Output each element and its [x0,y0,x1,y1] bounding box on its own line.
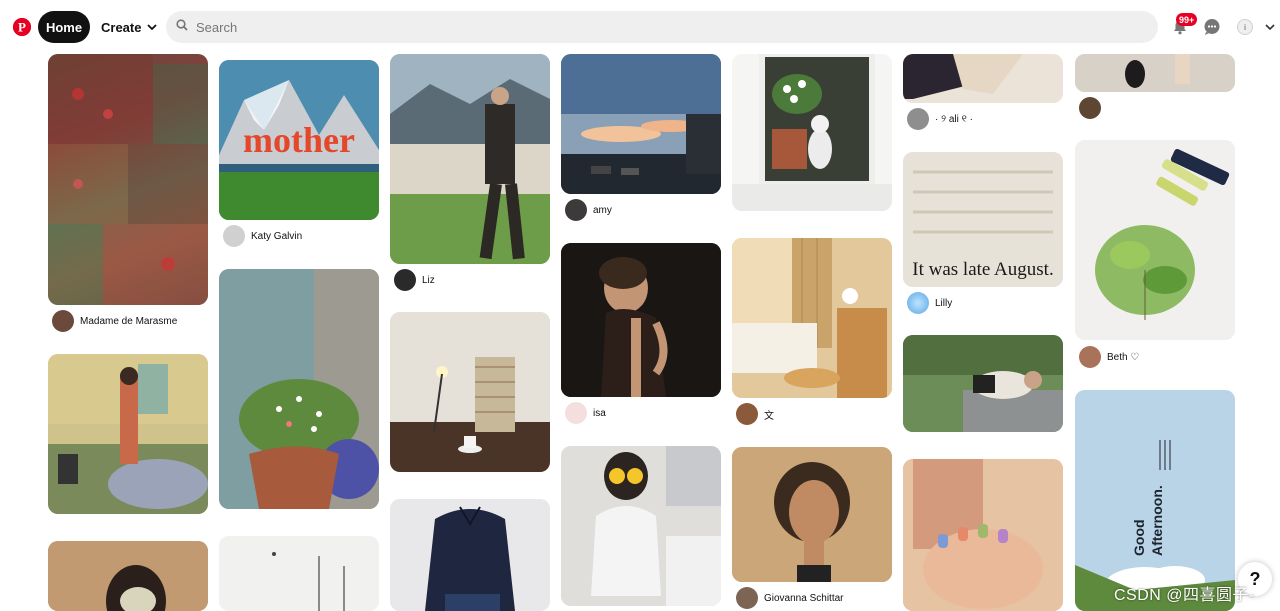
pin-artwork [732,447,892,582]
watermark-text: CSDN @四喜圆子- [1114,587,1255,604]
pin-image-woman-portrait[interactable] [732,447,892,582]
pin-author[interactable]: Beth ♡ [1079,346,1139,368]
pin-artwork [390,499,550,611]
avatar [1079,346,1101,368]
home-tab[interactable]: Home [38,11,90,43]
pin-image-flower-collage[interactable] [48,54,208,305]
pin-image-girl-rooftop[interactable] [390,54,550,264]
pin-image-shoes[interactable] [1075,54,1235,92]
avatar [907,292,929,314]
pin-author[interactable]: Madame de Marasme [52,310,177,332]
avatar [736,403,758,425]
chevron-down-icon [147,20,158,35]
pin-artwork [1075,140,1235,340]
pin-author[interactable]: Lilly [907,292,952,314]
quote-text: It was late August. [912,259,1053,280]
author-name: Giovanna Schittar [764,592,844,604]
messages-icon[interactable] [1201,16,1223,38]
pin-artwork [561,446,721,606]
pin-artwork [219,536,379,611]
avatar [565,402,587,424]
pin-author[interactable]: amy [565,199,612,221]
pin-artwork [732,238,892,398]
top-nav-bar: P Home Create 99+ i [0,0,1280,54]
pin-image-mother-poster[interactable]: mother [219,60,379,220]
pin-artwork [903,459,1063,611]
pin-image-book-lamp[interactable] [390,312,550,472]
pin-image-cat-window[interactable] [732,54,892,211]
pin-artwork [390,54,550,264]
pin-author[interactable] [1079,97,1101,119]
pin-image-painted-nails[interactable] [903,459,1063,611]
pin-artwork [219,269,379,509]
author-name: Madame de Marasme [80,315,178,327]
pin-artwork [48,541,208,611]
search-input[interactable] [196,19,1096,35]
avatar [1079,97,1101,119]
pin-artwork [732,54,892,211]
poster-title: mother [243,120,355,160]
avatar [394,269,416,291]
author-name: · ୨ ali ୧ · [935,113,973,125]
good-text: Good [1131,519,1147,556]
author-name: isa [593,407,606,419]
pin-image-navy-shirt[interactable] [390,499,550,611]
pin-artwork [390,312,550,472]
profile-avatar[interactable]: i [1237,19,1253,35]
pin-author[interactable]: Giovanna Schittar [736,587,844,609]
pin-image-lemons-eyes[interactable] [561,446,721,606]
pin-artwork [1075,54,1235,92]
pin-image-flower-pot[interactable] [219,269,379,509]
author-name: Katy Galvin [251,230,303,242]
pinterest-logo-icon[interactable]: P [13,18,31,36]
pin-author[interactable]: 文 [736,403,774,425]
pin-artwork: mother [219,60,379,220]
avatar [52,310,74,332]
avatar [565,199,587,221]
pin-image-ceiling[interactable] [219,536,379,611]
notification-count-badge: 99+ [1176,13,1198,26]
author-name: Lilly [935,297,953,309]
pin-image-late-august-text[interactable]: It was late August. [903,152,1063,287]
svg-text:P: P [18,20,26,35]
pin-author[interactable]: · ୨ ali ୧ · [907,108,973,130]
author-name: amy [593,204,612,216]
pin-artwork [903,335,1063,432]
pin-image-anime-bedroom[interactable] [48,354,208,514]
pin-artwork: Good Afternoon. [1075,390,1235,611]
pin-image-leaf-sketch[interactable] [1075,140,1235,340]
author-name: Beth ♡ [1107,351,1140,363]
pin-image-portrait-vest[interactable] [561,243,721,397]
pin-image-sunset-street[interactable] [561,54,721,194]
account-chevron-down-icon[interactable] [1259,16,1280,38]
afternoon-text: Afternoon. [1149,485,1165,556]
pin-author[interactable]: isa [565,402,606,424]
pin-artwork [561,54,721,194]
pin-image-camera-park[interactable] [903,335,1063,432]
pin-image-mask-portrait[interactable] [48,541,208,611]
search-bar[interactable] [166,11,1158,43]
pin-artwork [903,54,1063,103]
avatar [736,587,758,609]
avatar [907,108,929,130]
author-name: 文 [764,410,774,422]
pin-artwork [48,54,208,305]
author-name: Liz [422,274,435,286]
pin-author[interactable]: Katy Galvin [223,225,302,247]
pin-image-good-afternoon[interactable]: Good Afternoon. [1075,390,1235,611]
pin-author[interactable]: Liz [394,269,435,291]
pin-artwork: It was late August. [903,152,1063,287]
pin-artwork [48,354,208,514]
create-label: Create [101,19,142,35]
pin-image-legs-sheets[interactable] [903,54,1063,103]
pin-artwork [561,243,721,397]
pin-image-cozy-bedroom[interactable] [732,238,892,398]
avatar [223,225,245,247]
search-icon [176,18,188,36]
create-menu-button[interactable]: Create [95,11,158,43]
